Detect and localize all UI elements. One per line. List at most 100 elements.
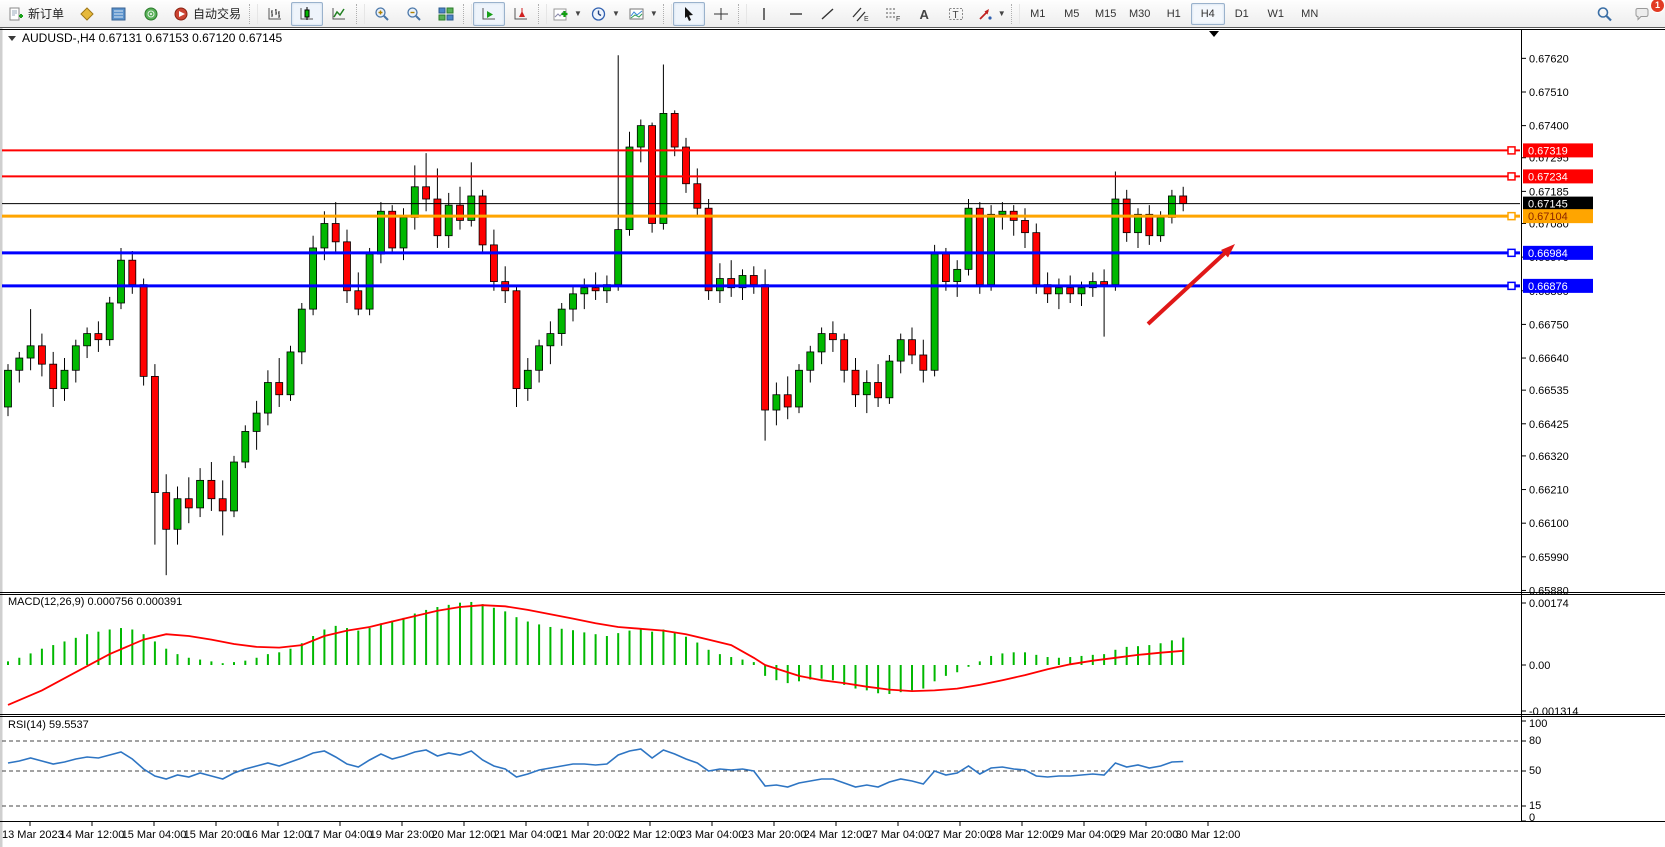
auto-scroll-button[interactable] bbox=[473, 2, 505, 26]
svg-text:19 Mar 23:00: 19 Mar 23:00 bbox=[370, 829, 435, 841]
templates-button[interactable]: ▼ bbox=[624, 2, 662, 26]
timeframe-button-h4[interactable]: H4 bbox=[1191, 3, 1225, 25]
timeframe-group: M1M5M15M30H1H4D1W1MN bbox=[1021, 1, 1327, 27]
toolbar: 新订单自动交易▼▼▼EFAT▼M1M5M15M30H1H4D1W1MN1 bbox=[0, 0, 1665, 28]
trendline-button[interactable] bbox=[812, 2, 844, 26]
svg-text:0.00174: 0.00174 bbox=[1529, 598, 1569, 610]
arrow-objects-button[interactable]: ▼ bbox=[972, 2, 1010, 26]
svg-text:23 Mar 04:00: 23 Mar 04:00 bbox=[680, 829, 745, 841]
svg-text:27 Mar 04:00: 27 Mar 04:00 bbox=[866, 829, 931, 841]
text-icon: A bbox=[915, 6, 933, 22]
chevron-down-icon: ▼ bbox=[998, 9, 1006, 18]
timeframe-button-m5[interactable]: M5 bbox=[1055, 3, 1089, 25]
svg-text:16 Mar 12:00: 16 Mar 12:00 bbox=[246, 829, 311, 841]
svg-text:0.67145: 0.67145 bbox=[1528, 199, 1568, 211]
text-button[interactable]: A bbox=[908, 2, 940, 26]
svg-text:15: 15 bbox=[1529, 800, 1541, 812]
svg-text:0.66210: 0.66210 bbox=[1529, 485, 1569, 497]
new-order-icon bbox=[7, 6, 25, 22]
svg-text:15 Mar 20:00: 15 Mar 20:00 bbox=[184, 829, 249, 841]
svg-text:-0.001314: -0.001314 bbox=[1529, 706, 1579, 718]
toolbar-group: 新订单 自动交易 bbox=[2, 1, 248, 27]
auto-trading-icon bbox=[172, 6, 190, 22]
svg-text:0.67234: 0.67234 bbox=[1528, 171, 1568, 183]
new-order-button[interactable]: 新订单 bbox=[2, 2, 71, 26]
svg-text:22 Mar 12:00: 22 Mar 12:00 bbox=[618, 829, 683, 841]
svg-text:0.67319: 0.67319 bbox=[1528, 145, 1568, 157]
zoom-in-icon bbox=[373, 6, 391, 22]
channel-icon: E bbox=[851, 6, 869, 22]
svg-text:20 Mar 12:00: 20 Mar 12:00 bbox=[432, 829, 497, 841]
toolbar-right: 1 bbox=[1589, 2, 1665, 26]
svg-text:100: 100 bbox=[1529, 718, 1547, 730]
svg-text:0.67620: 0.67620 bbox=[1529, 53, 1569, 65]
chat-icon bbox=[1634, 6, 1652, 22]
notification-badge: 1 bbox=[1650, 0, 1665, 13]
line-chart-button[interactable] bbox=[323, 2, 355, 26]
zoom-out-button[interactable] bbox=[398, 2, 430, 26]
notifications-button[interactable]: 1 bbox=[1627, 2, 1659, 26]
hline-icon bbox=[787, 6, 805, 22]
svg-text:15 Mar 04:00: 15 Mar 04:00 bbox=[122, 829, 187, 841]
timeframe-button-d1[interactable]: D1 bbox=[1225, 3, 1259, 25]
toolbar-separator bbox=[738, 4, 747, 24]
tile-windows-button[interactable] bbox=[430, 2, 462, 26]
indicators-icon bbox=[552, 6, 570, 22]
svg-text:0.66320: 0.66320 bbox=[1529, 451, 1569, 463]
fibonacci-icon: F bbox=[883, 6, 901, 22]
chart-shift-icon bbox=[512, 6, 530, 22]
timeframe-button-m30[interactable]: M30 bbox=[1123, 3, 1157, 25]
svg-text:0.66984: 0.66984 bbox=[1528, 248, 1568, 260]
svg-text:0.66535: 0.66535 bbox=[1529, 385, 1569, 397]
text-label-button[interactable]: T bbox=[940, 2, 972, 26]
symbol-title: AUDUSD-,H4 0.67131 0.67153 0.67120 0.671… bbox=[22, 31, 283, 45]
fibonacci-button[interactable]: F bbox=[876, 2, 908, 26]
auto-trading-button[interactable]: 自动交易 bbox=[167, 2, 248, 26]
timeframe-button-m15[interactable]: M15 bbox=[1089, 3, 1123, 25]
svg-text:A: A bbox=[919, 7, 929, 22]
new-order-button-label: 新订单 bbox=[28, 5, 64, 22]
toolbar-separator bbox=[463, 4, 472, 24]
svg-text:0.66750: 0.66750 bbox=[1529, 319, 1569, 331]
template-icon bbox=[628, 6, 646, 22]
trendline-icon bbox=[819, 6, 837, 22]
timeframe-button-m1[interactable]: M1 bbox=[1021, 3, 1055, 25]
toolbar-separator bbox=[538, 4, 547, 24]
mt4-terminal-window: { "toolbar": { "new_order_label": "新订单",… bbox=[0, 0, 1665, 847]
svg-text:0.66640: 0.66640 bbox=[1529, 353, 1569, 365]
svg-text:0.67104: 0.67104 bbox=[1528, 211, 1568, 223]
svg-text:24 Mar 12:00: 24 Mar 12:00 bbox=[804, 829, 869, 841]
timeframe-button-mn[interactable]: MN bbox=[1293, 3, 1327, 25]
candlestick-chart-button[interactable] bbox=[291, 2, 323, 26]
arrow-shapes-icon bbox=[976, 6, 994, 22]
tile-windows-icon bbox=[437, 6, 455, 22]
signals-button[interactable] bbox=[135, 2, 167, 26]
signals-icon bbox=[142, 6, 160, 22]
auto-scroll-icon bbox=[480, 6, 498, 22]
periods-button[interactable]: ▼ bbox=[586, 2, 624, 26]
chart-window[interactable]: 0.676200.675100.674000.672950.671850.670… bbox=[0, 0, 1665, 847]
vertical-line-button[interactable] bbox=[748, 2, 780, 26]
crosshair-button[interactable] bbox=[705, 2, 737, 26]
toolbar-group bbox=[366, 1, 462, 27]
bar-chart-button[interactable] bbox=[259, 2, 291, 26]
chart-shift-button[interactable] bbox=[505, 2, 537, 26]
svg-text:0.66425: 0.66425 bbox=[1529, 419, 1569, 431]
market-watch-button[interactable] bbox=[103, 2, 135, 26]
cursor-button[interactable] bbox=[673, 2, 705, 26]
text-label-icon: T bbox=[947, 6, 965, 22]
svg-text:21 Mar 20:00: 21 Mar 20:00 bbox=[556, 829, 621, 841]
horizontal-line-button[interactable] bbox=[780, 2, 812, 26]
timeframe-button-h1[interactable]: H1 bbox=[1157, 3, 1191, 25]
crosshair-icon bbox=[712, 6, 730, 22]
timeframe-button-w1[interactable]: W1 bbox=[1259, 3, 1293, 25]
profiles-button[interactable] bbox=[71, 2, 103, 26]
zoom-in-button[interactable] bbox=[366, 2, 398, 26]
svg-text:13 Mar 2023: 13 Mar 2023 bbox=[2, 829, 64, 841]
svg-text:0.65880: 0.65880 bbox=[1529, 585, 1569, 597]
line-chart-icon bbox=[330, 6, 348, 22]
search-button[interactable] bbox=[1589, 2, 1621, 26]
channel-button[interactable]: E bbox=[844, 2, 876, 26]
market-watch-icon bbox=[110, 6, 128, 22]
indicators-button[interactable]: ▼ bbox=[548, 2, 586, 26]
